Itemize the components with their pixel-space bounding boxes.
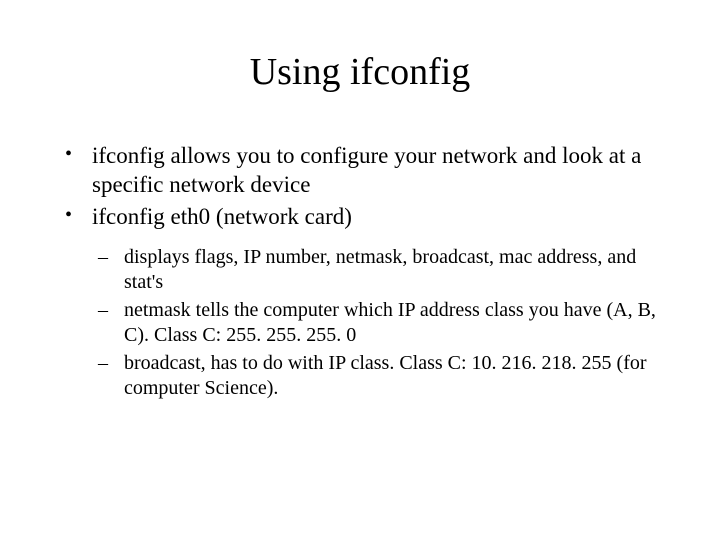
- sub-bullet-item: displays flags, IP number, netmask, broa…: [50, 245, 670, 295]
- bullet-item: ifconfig allows you to configure your ne…: [50, 142, 670, 200]
- slide-title: Using ifconfig: [50, 50, 670, 94]
- sub-bullet-item: netmask tells the computer which IP addr…: [50, 298, 670, 348]
- main-bullet-list: ifconfig allows you to configure your ne…: [50, 142, 670, 231]
- sub-bullet-list: displays flags, IP number, netmask, broa…: [50, 245, 670, 401]
- bullet-item: ifconfig eth0 (network card): [50, 203, 670, 232]
- sub-bullet-item: broadcast, has to do with IP class. Clas…: [50, 351, 670, 401]
